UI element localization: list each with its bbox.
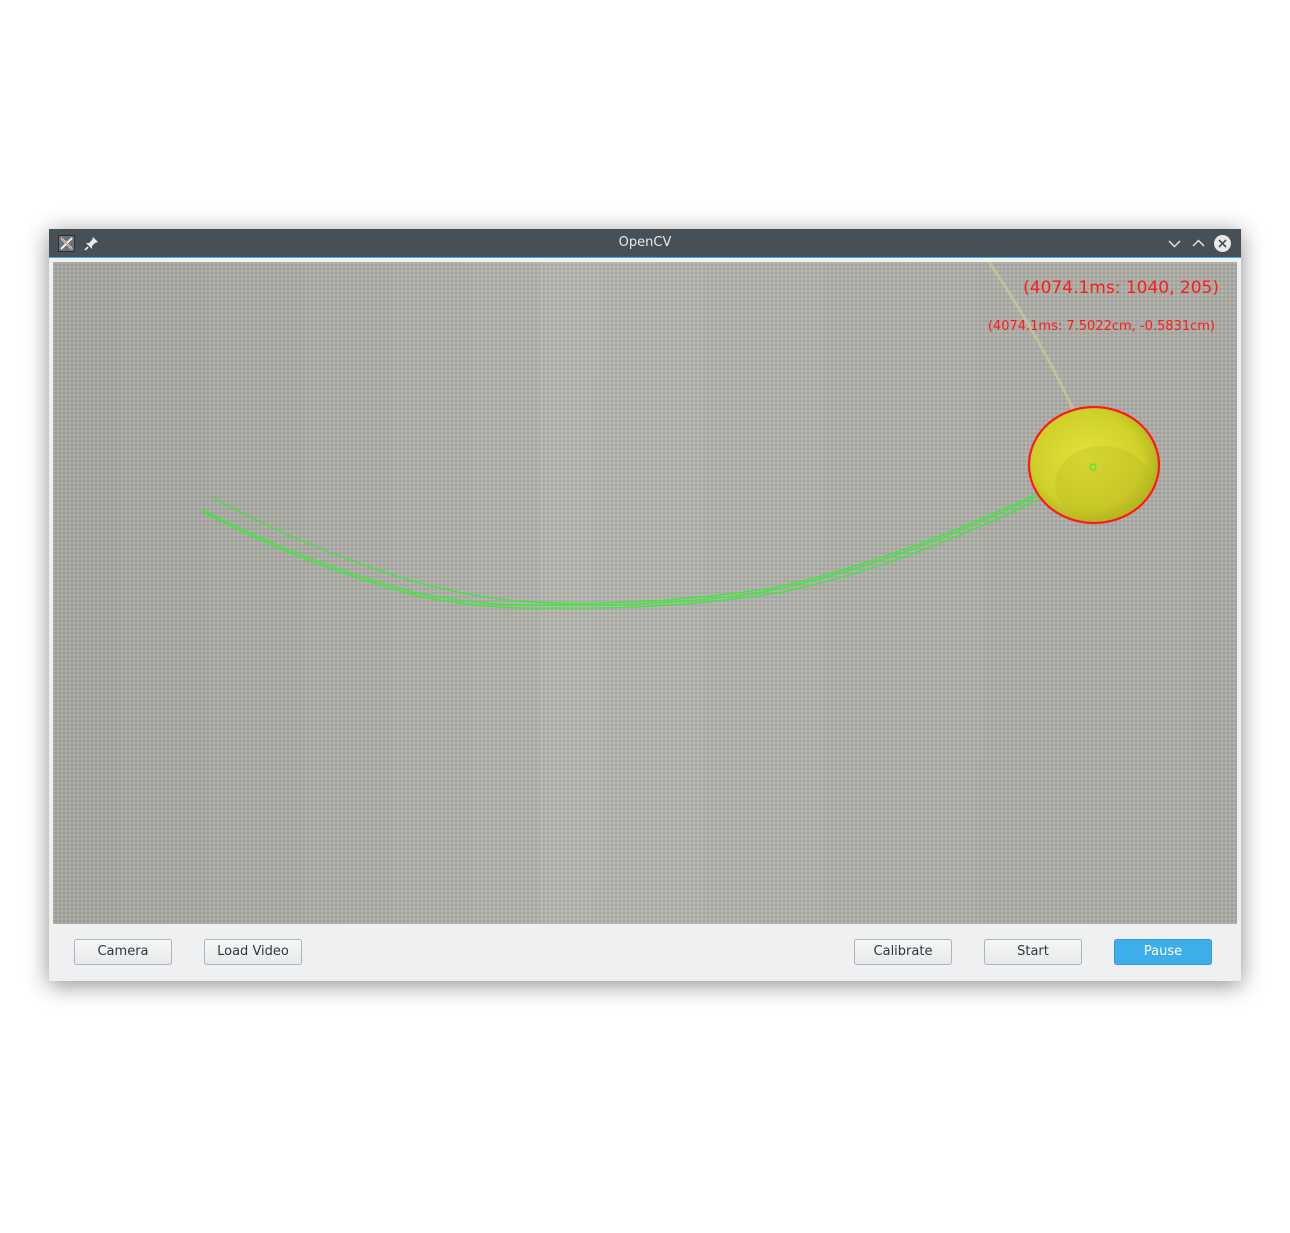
opencv-window: OpenCV (4074.1ms: 1040, 205) (4074.1ms: … [49,229,1241,981]
cm-coordinate-readout: (4074.1ms: 7.5022cm, -0.5831cm) [988,319,1215,334]
video-canvas: (4074.1ms: 1040, 205) (4074.1ms: 7.5022c… [53,262,1237,924]
video-frame: (4074.1ms: 1040, 205) (4074.1ms: 7.5022c… [53,262,1237,924]
load-video-button[interactable]: Load Video [204,939,302,965]
camera-button[interactable]: Camera [74,939,172,965]
chevron-up-icon[interactable] [1189,234,1208,253]
start-button[interactable]: Start [984,939,1082,965]
pause-button[interactable]: Pause [1114,939,1212,965]
calibrate-button[interactable]: Calibrate [854,939,952,965]
title-bar[interactable]: OpenCV [49,229,1241,258]
window-title: OpenCV [618,235,672,250]
close-icon[interactable] [1213,234,1232,253]
chevron-down-icon[interactable] [1165,234,1184,253]
pixel-coordinate-readout: (4074.1ms: 1040, 205) [1023,278,1219,298]
